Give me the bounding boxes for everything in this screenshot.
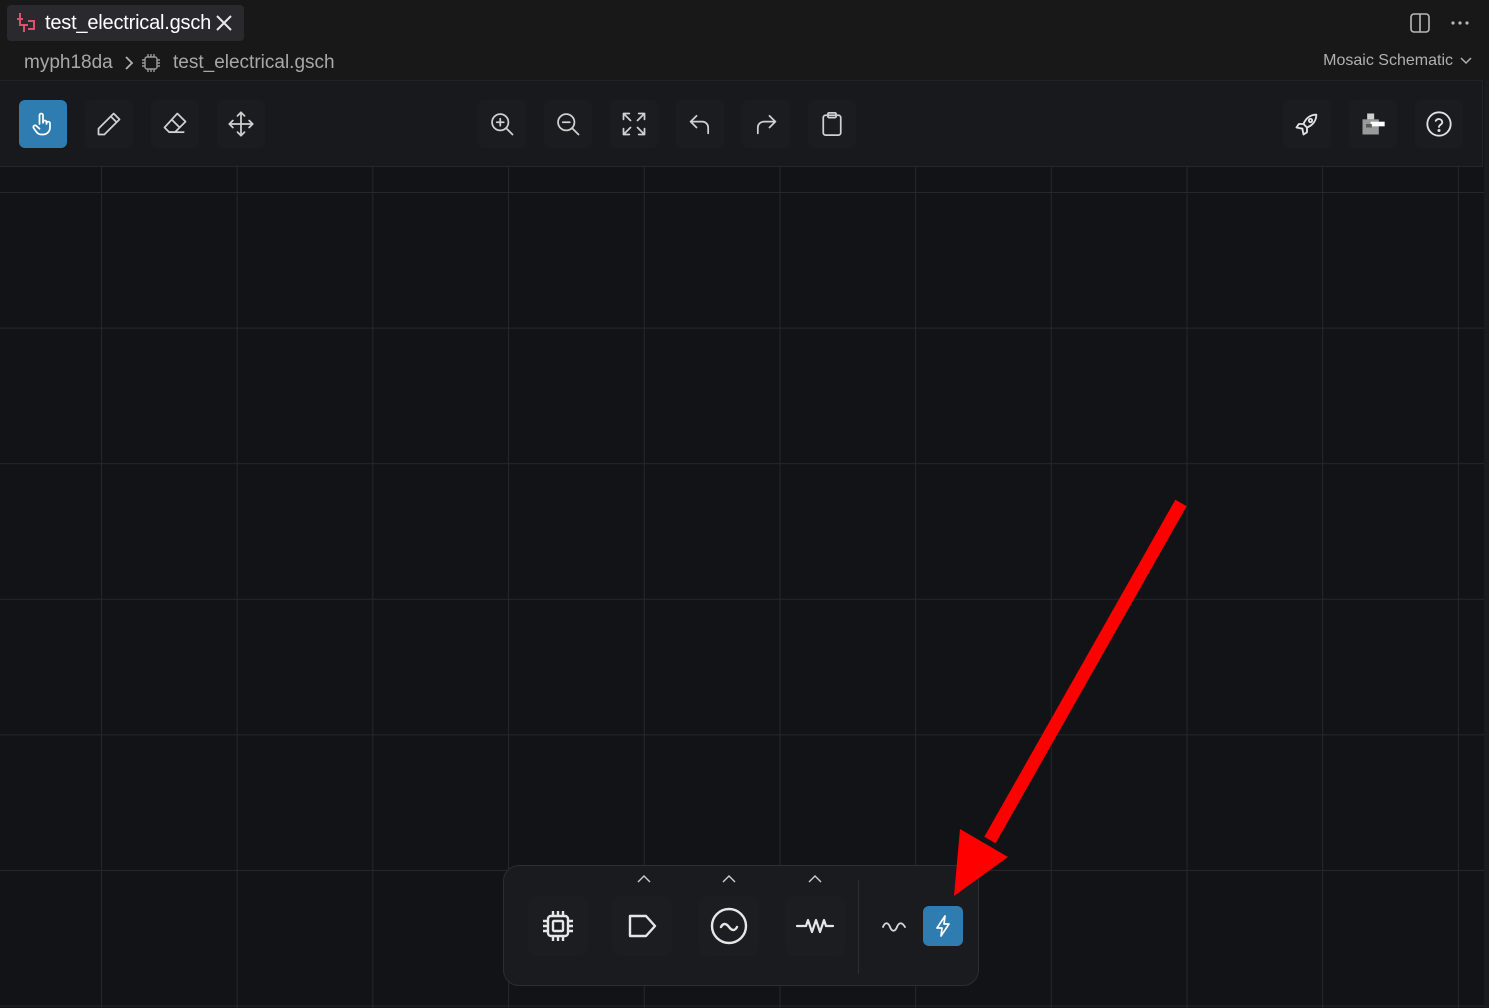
zoom-out-button[interactable] <box>544 100 592 148</box>
source-component-button[interactable] <box>699 896 759 956</box>
port-tag-icon <box>628 914 657 938</box>
editor-tab[interactable]: test_electrical.gsch <box>7 5 244 41</box>
lightning-icon <box>936 915 950 937</box>
undo-button[interactable] <box>676 100 724 148</box>
breadcrumb-project[interactable]: myph18da <box>24 52 113 74</box>
tab-title: test_electrical.gsch <box>45 11 212 34</box>
chevron-up-icon[interactable] <box>720 873 738 885</box>
chip-icon <box>543 911 573 941</box>
move-tool-button[interactable] <box>217 100 265 148</box>
resistor-icon <box>795 918 835 934</box>
ac-source-icon <box>710 907 748 945</box>
tab-bar: test_electrical.gsch <box>0 0 1489 46</box>
zoom-out-icon <box>557 113 580 136</box>
export-icon <box>1362 113 1385 135</box>
editor-mode-selector[interactable]: Mosaic Schematic <box>1323 52 1473 70</box>
pencil-icon <box>97 112 121 136</box>
dock-divider <box>858 880 859 974</box>
export-button[interactable] <box>1349 100 1397 148</box>
fit-view-button[interactable] <box>610 100 658 148</box>
chevron-down-icon <box>1459 54 1473 68</box>
breadcrumb-file[interactable]: test_electrical.gsch <box>173 52 335 74</box>
run-button[interactable] <box>1283 100 1331 148</box>
pointer-tool-button[interactable] <box>19 100 67 148</box>
more-actions-icon[interactable] <box>1447 10 1473 36</box>
breadcrumb: myph18da test_electrical.gsch Mosaic Sch… <box>0 46 1489 80</box>
canvas-edge <box>1484 80 1489 1008</box>
resistor-component-button[interactable] <box>785 896 845 956</box>
chevron-right-icon <box>120 54 138 72</box>
fit-screen-icon <box>622 112 646 136</box>
schematic-icon <box>15 11 39 35</box>
port-component-button[interactable] <box>612 896 672 956</box>
help-circle-icon <box>1426 111 1452 137</box>
chevron-up-icon[interactable] <box>635 873 653 885</box>
move-arrows-icon <box>228 111 254 137</box>
draw-tool-button[interactable] <box>85 100 133 148</box>
chip-component-button[interactable] <box>528 896 588 956</box>
component-dock <box>503 865 979 986</box>
redo-button[interactable] <box>742 100 790 148</box>
erase-tool-button[interactable] <box>151 100 199 148</box>
analog-mode-button[interactable] <box>874 906 914 946</box>
clipboard-button[interactable] <box>808 100 856 148</box>
help-button[interactable] <box>1415 100 1463 148</box>
redo-icon <box>756 114 777 135</box>
eraser-icon <box>163 112 187 134</box>
split-editor-icon[interactable] <box>1407 10 1433 36</box>
electrical-mode-button[interactable] <box>923 906 963 946</box>
chip-file-icon <box>140 52 162 74</box>
chevron-up-icon[interactable] <box>806 873 824 885</box>
undo-icon <box>689 114 710 135</box>
schematic-toolbar <box>0 80 1483 167</box>
clipboard-icon <box>822 112 842 136</box>
zoom-in-icon <box>491 113 514 136</box>
sine-wave-icon <box>882 922 906 932</box>
rocket-icon <box>1295 113 1318 136</box>
hand-pointer-icon <box>32 112 51 136</box>
close-icon[interactable] <box>212 11 236 35</box>
zoom-in-button[interactable] <box>478 100 526 148</box>
editor-mode-label: Mosaic Schematic <box>1323 52 1453 69</box>
